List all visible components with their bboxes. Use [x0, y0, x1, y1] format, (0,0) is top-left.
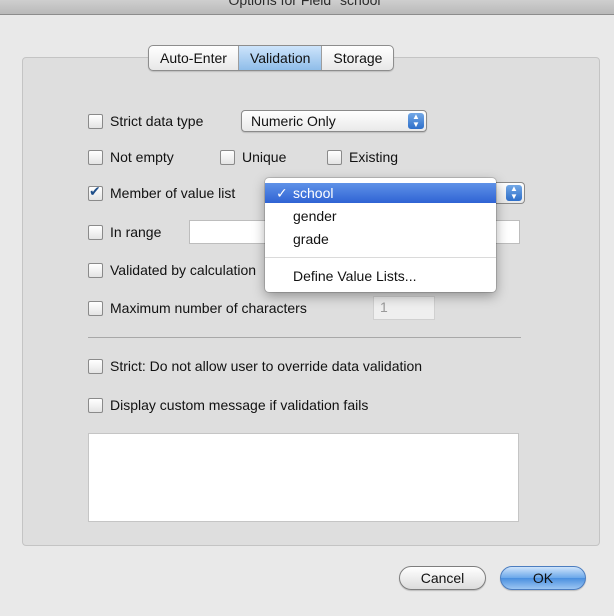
menu-separator — [265, 257, 496, 258]
menu-item-gender[interactable]: gender — [265, 206, 496, 226]
custom-message-row: Display custom message if validation fai… — [88, 395, 368, 415]
menu-item-label: grade — [293, 231, 329, 247]
value-list-menu: ✓ school gender grade Define Value Lists… — [265, 178, 496, 292]
menu-item-label: Define Value Lists... — [293, 268, 417, 284]
member-of-value-list-label: Member of value list — [110, 185, 236, 201]
strict-data-type-checkbox[interactable] — [88, 113, 103, 129]
existing-row: Existing — [327, 147, 398, 167]
member-of-value-list-checkbox[interactable] — [88, 183, 103, 201]
validated-by-calculation-checkbox[interactable] — [88, 262, 103, 278]
strict-data-type-label: Strict data type — [110, 113, 204, 129]
custom-message-label: Display custom message if validation fai… — [110, 397, 369, 413]
popup-arrows-icon: ▲ ▼ — [506, 185, 522, 201]
existing-checkbox[interactable] — [327, 149, 342, 165]
ok-button[interactable]: OK — [500, 566, 586, 590]
value-list-popup[interactable]: ▲ ▼ — [494, 182, 525, 204]
member-of-value-list-row: Member of value list — [88, 183, 235, 203]
cancel-button[interactable]: Cancel — [399, 566, 486, 590]
strict-data-type-row: Strict data type — [88, 111, 203, 131]
window-title: Options for Field "school" — [228, 0, 386, 8]
in-range-row: In range — [88, 222, 161, 242]
tab-auto-enter[interactable]: Auto-Enter — [149, 46, 239, 70]
unique-row: Unique — [220, 147, 286, 167]
validated-by-calculation-label: Validated by calculation — [110, 262, 257, 278]
max-characters-checkbox[interactable] — [88, 300, 103, 316]
validated-by-calculation-row: Validated by calculation — [88, 260, 256, 280]
strict-data-type-value: Numeric Only — [251, 113, 336, 129]
max-characters-value: 1 — [380, 299, 388, 315]
title-bar: Options for Field "school" — [0, 0, 614, 15]
custom-message-textarea[interactable] — [88, 433, 519, 522]
in-range-checkbox[interactable] — [88, 224, 103, 240]
checkmark-icon: ✓ — [276, 185, 288, 201]
unique-label: Unique — [242, 149, 287, 165]
max-characters-field[interactable]: 1 — [373, 296, 435, 320]
menu-item-define-value-lists[interactable]: Define Value Lists... — [265, 266, 496, 286]
custom-message-checkbox[interactable] — [88, 397, 103, 413]
strict-override-checkbox[interactable] — [88, 358, 103, 374]
in-range-label: In range — [110, 224, 162, 240]
strict-override-label: Strict: Do not allow user to override da… — [110, 358, 423, 374]
popup-arrows-icon: ▲ ▼ — [408, 113, 424, 129]
strict-data-type-popup[interactable]: Numeric Only ▲ ▼ — [241, 110, 427, 132]
not-empty-row: Not empty — [88, 147, 174, 167]
tab-validation[interactable]: Validation — [238, 46, 323, 70]
max-characters-row: Maximum number of characters — [88, 298, 307, 318]
existing-label: Existing — [349, 149, 399, 165]
not-empty-label: Not empty — [110, 149, 174, 165]
tab-storage[interactable]: Storage — [322, 46, 393, 70]
menu-item-label: school — [293, 185, 334, 201]
tab-bar: Auto-Enter Validation Storage — [148, 45, 395, 71]
unique-checkbox[interactable] — [220, 149, 235, 165]
divider — [88, 337, 521, 338]
menu-item-school[interactable]: ✓ school — [265, 183, 496, 203]
max-characters-label: Maximum number of characters — [110, 300, 307, 316]
menu-item-grade[interactable]: grade — [265, 229, 496, 249]
not-empty-checkbox[interactable] — [88, 149, 103, 165]
menu-item-label: gender — [293, 208, 337, 224]
strict-override-row: Strict: Do not allow user to override da… — [88, 356, 422, 376]
